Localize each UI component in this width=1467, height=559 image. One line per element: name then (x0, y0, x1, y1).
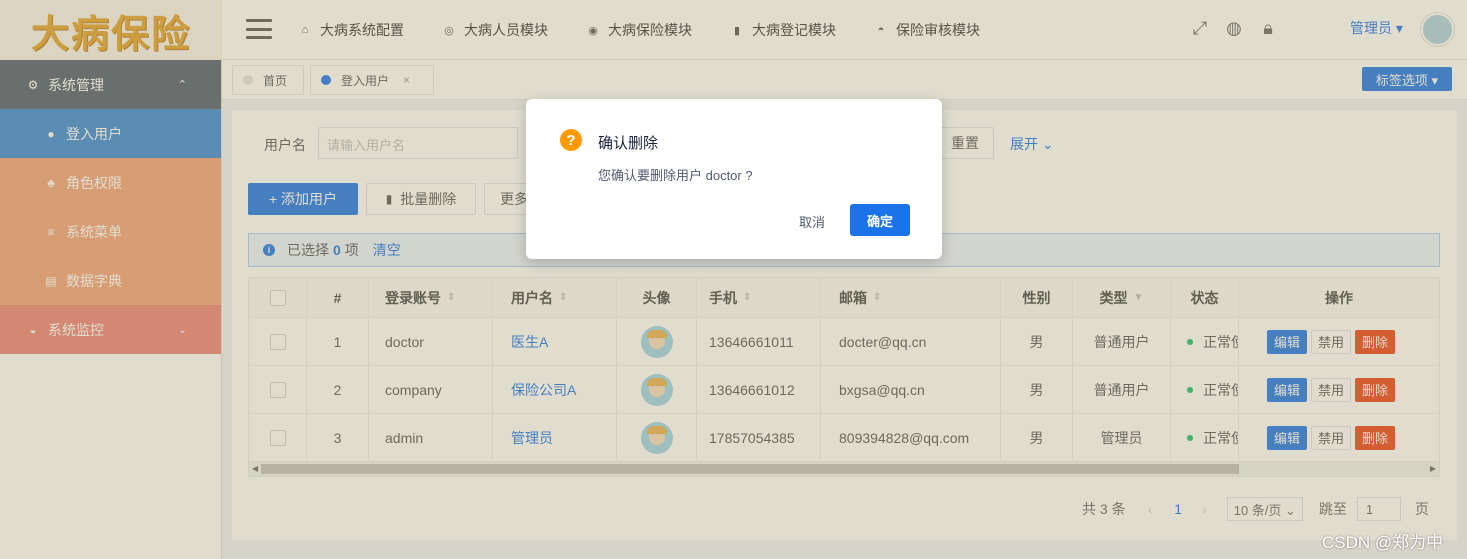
dialog-title: 确认删除 (598, 135, 659, 152)
question-icon: ? (560, 129, 582, 151)
modal-mask[interactable] (0, 0, 1467, 559)
watermark: CSDN @郑为中 (1322, 533, 1444, 552)
cancel-button[interactable]: 取消 (784, 205, 840, 237)
confirm-delete-dialog: ? 确认删除 您确认要删除用户 doctor ? 取消 确定 (526, 99, 942, 259)
confirm-button[interactable]: 确定 (850, 204, 910, 236)
dialog-content: 您确认要删除用户 doctor ? (598, 168, 753, 183)
